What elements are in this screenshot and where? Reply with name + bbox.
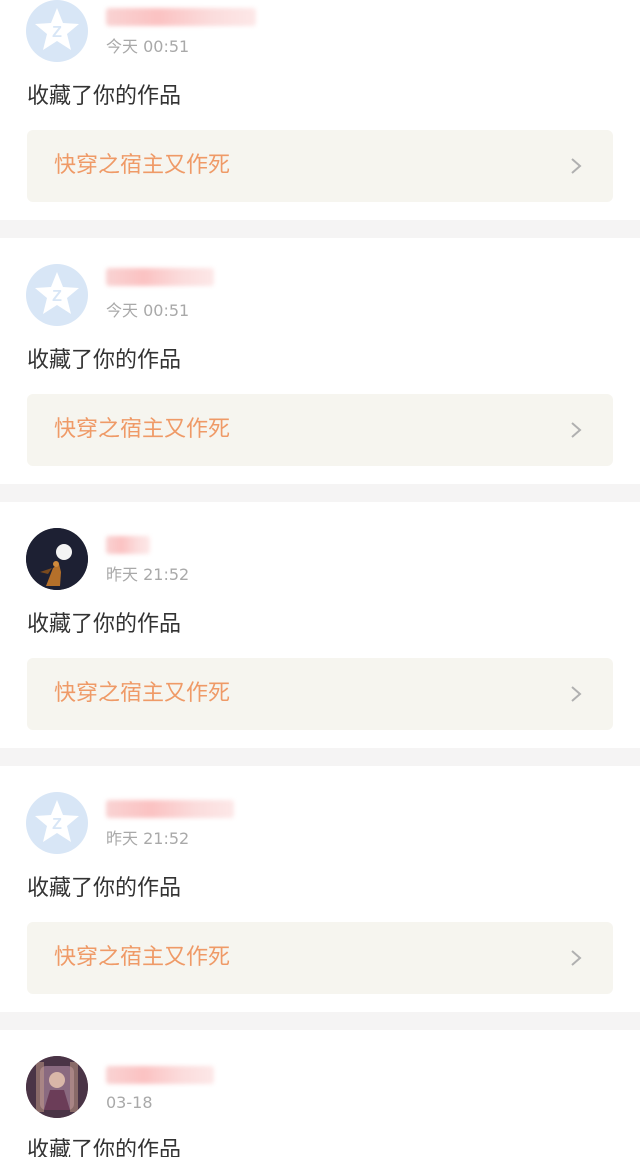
chevron-right-icon <box>571 686 582 702</box>
work-link[interactable]: 快穿之宿主又作死 <box>27 130 613 202</box>
action-text: 收藏了你的作品 <box>27 348 182 373</box>
divider <box>0 484 640 502</box>
chevron-right-icon <box>571 950 582 966</box>
default-avatar-icon[interactable]: Z <box>26 792 88 854</box>
svg-text:Z: Z <box>52 816 62 833</box>
default-avatar-icon[interactable]: Z <box>26 264 88 326</box>
username-redacted[interactable] <box>106 8 256 26</box>
notification-card: Z 昨天 21:52 收藏了你的作品 快穿之宿主又作死 <box>0 766 640 1012</box>
work-link[interactable]: 快穿之宿主又作死 <box>27 394 613 466</box>
work-title: 快穿之宿主又作死 <box>54 681 231 706</box>
chevron-right-icon <box>571 158 582 174</box>
timestamp: 今天 00:51 <box>106 37 190 56</box>
default-avatar-icon[interactable]: Z <box>26 0 88 62</box>
notification-card: Z 今天 00:51 收藏了你的作品 快穿之宿主又作死 <box>0 238 640 484</box>
action-text: 收藏了你的作品 <box>27 1138 182 1157</box>
notification-card: 03-18 收藏了你的作品 <box>0 1030 640 1157</box>
timestamp: 昨天 21:52 <box>106 565 190 584</box>
action-text: 收藏了你的作品 <box>27 876 182 901</box>
user-photo-avatar[interactable] <box>26 528 88 590</box>
notification-card: Z 今天 00:51 收藏了你的作品 快穿之宿主又作死 <box>0 0 640 220</box>
svg-text:Z: Z <box>52 288 62 305</box>
work-link[interactable]: 快穿之宿主又作死 <box>27 922 613 994</box>
username-redacted[interactable] <box>106 1066 214 1084</box>
divider <box>0 1012 640 1030</box>
timestamp: 昨天 21:52 <box>106 829 190 848</box>
work-title: 快穿之宿主又作死 <box>54 417 231 442</box>
username-redacted[interactable] <box>106 800 234 818</box>
work-title: 快穿之宿主又作死 <box>54 945 231 970</box>
chevron-right-icon <box>571 422 582 438</box>
work-title: 快穿之宿主又作死 <box>54 153 231 178</box>
username-redacted[interactable] <box>106 536 150 554</box>
user-photo-avatar[interactable] <box>26 1056 88 1118</box>
timestamp: 03-18 <box>106 1093 153 1112</box>
svg-text:Z: Z <box>52 24 62 41</box>
divider <box>0 220 640 238</box>
username-redacted[interactable] <box>106 268 214 286</box>
timestamp: 今天 00:51 <box>106 301 190 320</box>
action-text: 收藏了你的作品 <box>27 612 182 637</box>
notification-card: 昨天 21:52 收藏了你的作品 快穿之宿主又作死 <box>0 502 640 748</box>
action-text: 收藏了你的作品 <box>27 84 182 109</box>
work-link[interactable]: 快穿之宿主又作死 <box>27 658 613 730</box>
divider <box>0 748 640 766</box>
